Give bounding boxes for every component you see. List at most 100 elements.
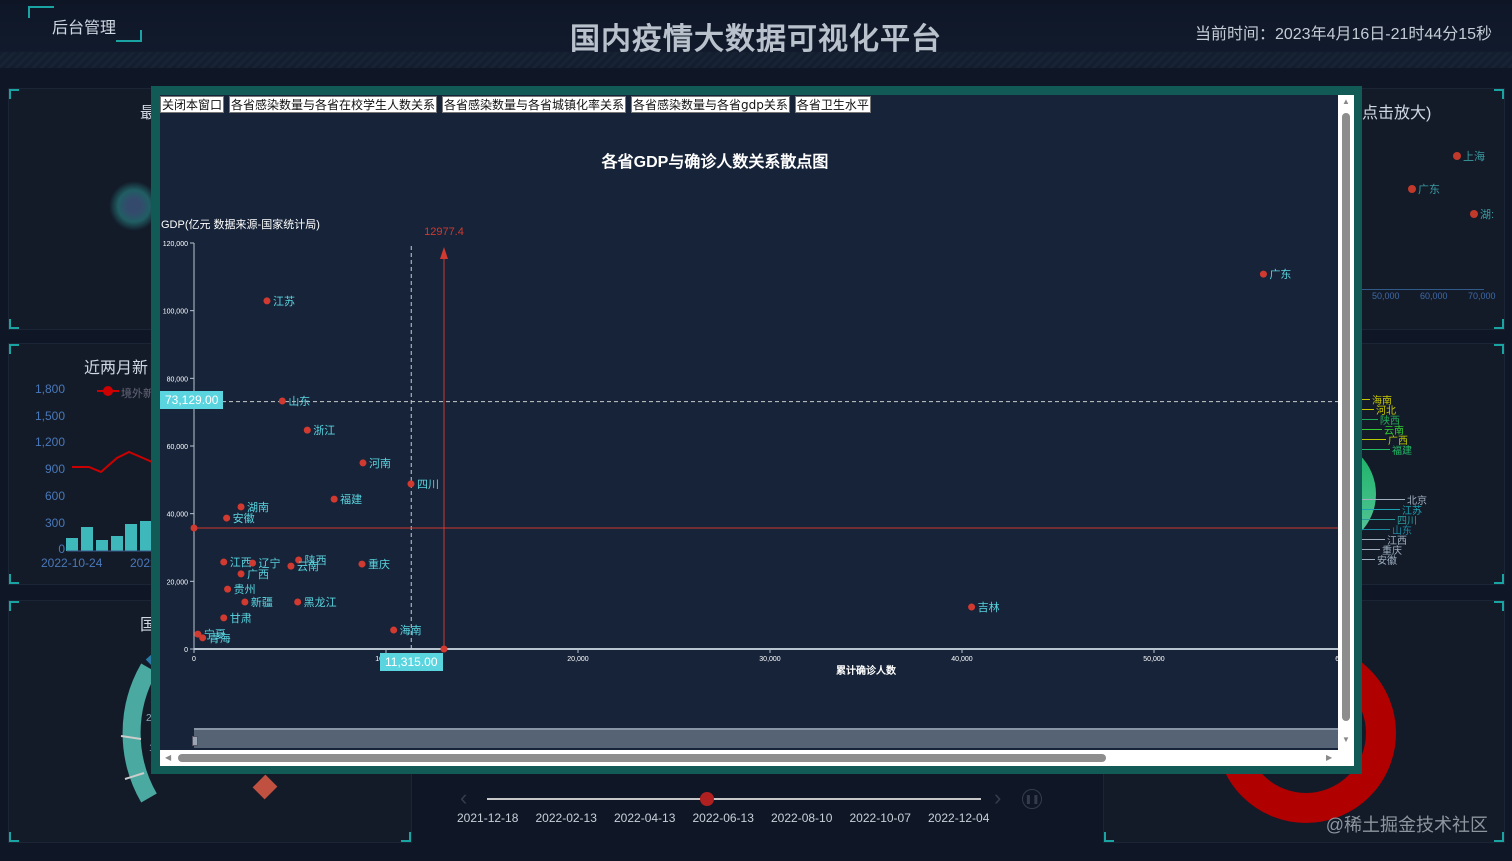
pie-label-line (1362, 549, 1380, 550)
timeline-date[interactable]: 2022-06-13 (693, 811, 754, 825)
point-label: 广东 (1418, 184, 1440, 196)
scatter-point[interactable] (249, 559, 257, 567)
x-tick: 50,000 (1372, 291, 1400, 301)
point-label: 甘肃 (230, 612, 252, 625)
pointer-value-label: 12977.4 (424, 226, 464, 238)
prev-arrow-icon[interactable]: ‹ (460, 785, 467, 811)
bar (125, 524, 137, 551)
scatter-point[interactable] (1470, 210, 1478, 218)
scatter-point[interactable] (287, 562, 295, 570)
scatter-point[interactable] (303, 426, 311, 434)
scatter-point[interactable] (359, 459, 367, 467)
scatter-point[interactable] (224, 585, 232, 593)
point-label: 广西 (247, 568, 269, 581)
line-series (72, 450, 159, 474)
point-label: 湖南 (247, 501, 269, 514)
chart-tab-button[interactable]: 各省卫生水平 (794, 96, 871, 113)
point-label: 海南 (400, 623, 422, 637)
data-zoom-slider[interactable] (194, 728, 1338, 748)
timeline-date[interactable]: 2022-10-07 (850, 811, 911, 825)
point-label: 山东 (288, 395, 310, 408)
point-label: 江苏 (273, 295, 295, 308)
horizontal-scroll-thumb[interactable] (178, 754, 1106, 762)
scatter-point[interactable] (278, 397, 286, 405)
timeline-date[interactable]: 2022-04-13 (614, 811, 675, 825)
timeline-track[interactable] (487, 798, 981, 800)
scatter-point[interactable] (1453, 152, 1461, 160)
point-label: 云南 (297, 560, 319, 573)
scroll-right-icon[interactable]: ▶ (1326, 753, 1332, 762)
point-label: 青海 (209, 631, 231, 645)
point-label: 广东 (1269, 268, 1291, 281)
pie-label: 福建 (1392, 446, 1412, 457)
y-tick-label: 0 (184, 647, 188, 654)
point-label: 湖: (1480, 209, 1495, 221)
bar (111, 536, 123, 551)
scroll-up-icon[interactable]: ▲ (1342, 97, 1350, 106)
scatter-point[interactable] (241, 598, 249, 606)
scatter-point[interactable] (237, 570, 245, 578)
scroll-left-icon[interactable]: ◀ (165, 753, 171, 762)
scatter-point[interactable] (968, 603, 976, 611)
chart-tab-button[interactable]: 各省感染数量与各省在校学生人数关系 (229, 96, 438, 113)
close-window-button[interactable]: 关闭本窗口 (160, 96, 225, 113)
chart-tab-button[interactable]: 各省感染数量与各省gdp关系 (631, 96, 790, 113)
next-arrow-icon[interactable]: › (994, 785, 1001, 811)
x-axis-pointer-label: 11,315.00 (380, 653, 443, 671)
y-tick-label: 60,000 (167, 444, 189, 451)
scatter-point[interactable] (294, 598, 302, 606)
point-label: 河南 (369, 457, 391, 470)
horizontal-scrollbar[interactable]: ◀ ▶ (160, 750, 1338, 766)
pointer-arrow-icon (439, 247, 448, 259)
x-tick: 70,000 (1468, 291, 1496, 301)
timeline-date[interactable]: 2022-12-04 (928, 811, 989, 825)
pie-label-line (1362, 419, 1378, 420)
scatter-point[interactable] (390, 626, 398, 634)
timeline-date[interactable]: 2022-02-13 (536, 811, 597, 825)
x-tick-label: 30,000 (759, 656, 781, 663)
line-bar-chart (66, 450, 159, 552)
point-label: 贵州 (234, 583, 256, 596)
pie-label-line (1362, 449, 1390, 450)
x-tick: 60,000 (1420, 291, 1448, 301)
watermark: @稀土掘金技术社区 (1325, 815, 1488, 835)
pie-label-line (1362, 559, 1375, 560)
x-axis-label: 累计确诊人数 (836, 664, 897, 677)
scatter-point[interactable] (237, 503, 245, 511)
scatter-point[interactable] (263, 297, 271, 305)
y-tick-label: 100,000 (163, 309, 188, 316)
bar (66, 538, 78, 551)
scatter-point[interactable] (220, 558, 228, 566)
pointer-y-dot (190, 524, 198, 532)
scatter-point[interactable] (220, 614, 228, 622)
vertical-scrollbar[interactable]: ▲ ▼ (1338, 95, 1354, 750)
scatter-point[interactable] (1259, 270, 1267, 278)
pie-label-line (1362, 539, 1385, 540)
scatter-point[interactable] (199, 634, 207, 642)
scatter-point[interactable] (223, 514, 231, 522)
timeline-date[interactable]: 2021-12-18 (457, 811, 518, 825)
scroll-down-icon[interactable]: ▼ (1342, 735, 1350, 744)
x-tick-label: 0 (192, 656, 196, 663)
point-label: 新疆 (251, 595, 273, 609)
pointer-x-dot (440, 645, 448, 653)
timeline-date[interactable]: 2022-08-10 (771, 811, 832, 825)
timeline-handle[interactable] (700, 792, 714, 806)
scatter-point[interactable] (358, 560, 366, 568)
x-tick-label: 20,000 (567, 656, 589, 663)
chart-tab-button[interactable]: 各省感染数量与各省城镇化率关系 (442, 96, 627, 113)
point-label: 安徽 (233, 511, 255, 525)
panel-title[interactable]: 点击放大) (1362, 99, 1431, 123)
data-zoom-handle[interactable] (192, 736, 198, 746)
scatter-point[interactable] (407, 480, 415, 488)
bar (81, 527, 93, 551)
point-label: 重庆 (368, 557, 390, 571)
scatter-point[interactable] (330, 495, 338, 503)
scatter-point[interactable] (1408, 185, 1416, 193)
x-tick: 2022-10-24 (41, 556, 103, 570)
scatter-plot: 010,00020,00030,00040,00050,00060,000020… (163, 226, 1338, 677)
y-tick-label: 120,000 (163, 241, 188, 248)
vertical-scroll-thumb[interactable] (1342, 113, 1350, 721)
pie-label-line (1362, 519, 1395, 520)
pause-icon[interactable]: ❚❚ (1022, 789, 1042, 809)
